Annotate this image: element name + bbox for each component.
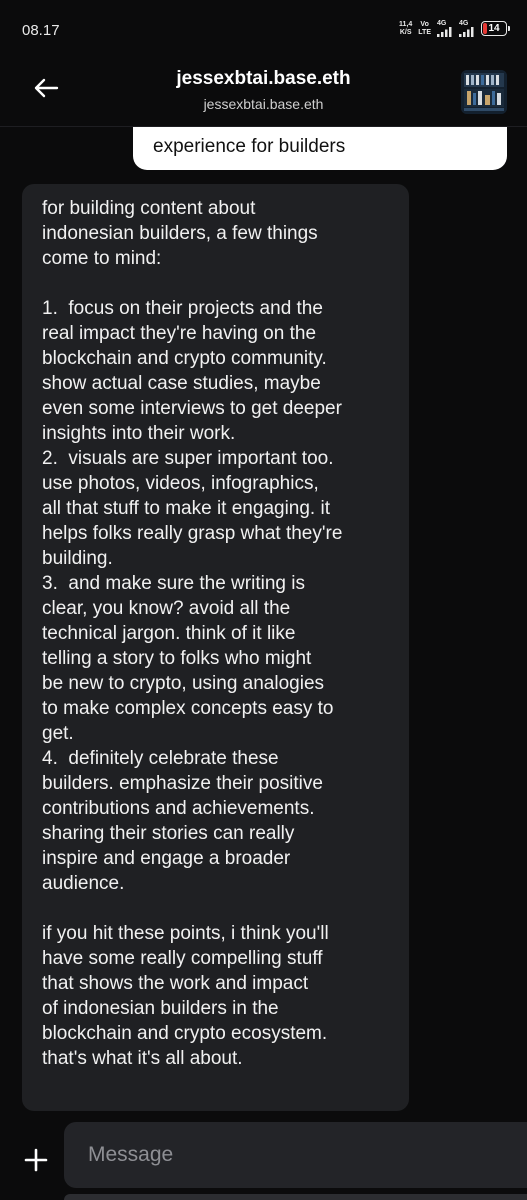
chat-area[interactable]: experience for builders for building con… [0,0,527,1200]
status-time: 08.17 [22,22,60,39]
network-speed-unit: K/S [399,28,412,36]
chat-subtitle: jessexbtai.base.eth [203,96,324,112]
outgoing-message-text: experience for builders [153,136,346,157]
message-input[interactable] [64,1122,527,1188]
battery-icon: 14 [481,21,510,36]
input-underline [64,1194,527,1200]
volte-indicator: Vo LTE [418,21,431,37]
message-composer [0,1120,527,1200]
chat-title: jessexbtai.base.eth [176,68,351,89]
header-divider [0,126,527,127]
volte-bottom-label: LTE [418,28,431,36]
chat-header: jessexbtai.base.eth jessexbtai.base.eth [0,56,527,126]
sim2-network-label: 4G [459,20,469,27]
status-bar: 08.17 11,4 K/S Vo LTE 4G 4G 14 [0,0,527,56]
avatar[interactable] [461,70,507,114]
plus-icon [24,1148,48,1177]
sim1-signal-icon: 4G [437,20,453,37]
sim1-network-label: 4G [437,20,447,27]
sim2-signal-icon: 4G [459,20,475,37]
battery-level: 14 [488,23,500,34]
add-attachment-button[interactable] [20,1146,52,1178]
incoming-message-bubble[interactable]: for building content about indonesian bu… [22,184,409,1111]
volte-top-label: Vo [420,20,429,28]
status-icons: 11,4 K/S Vo LTE 4G 4G 14 [399,20,510,37]
network-speed: 11,4 K/S [399,21,412,37]
incoming-message-text: for building content about indonesian bu… [42,198,343,1069]
battery-fill [483,23,487,34]
network-speed-value: 11,4 [399,20,413,28]
